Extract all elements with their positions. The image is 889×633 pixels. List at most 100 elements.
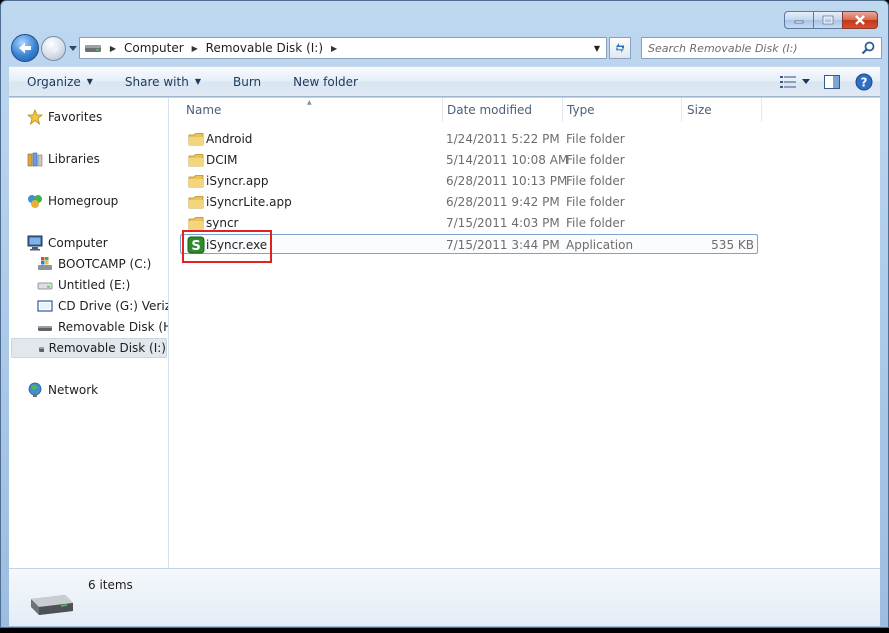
breadcrumb-removable-disk[interactable]: Removable Disk (I:) [202,41,327,55]
nav-item-drive-g[interactable]: CD Drive (G:) Verizon [37,296,168,316]
file-name: iSyncrLite.app [206,195,292,209]
column-header-type[interactable]: Type [567,98,677,122]
close-button[interactable] [842,11,878,29]
removable-disk-icon [39,347,44,352]
minimize-button[interactable] [784,11,814,29]
burn-button[interactable]: Burn [215,75,275,89]
new-folder-button[interactable]: New folder [275,75,372,89]
address-dropdown-button[interactable]: ▼ [588,38,606,58]
nav-label: BOOTCAMP (C:) [58,257,152,271]
arrow-left-icon [19,42,31,54]
back-button[interactable] [11,34,39,62]
nav-label: Libraries [48,152,100,166]
column-divider[interactable] [442,98,443,122]
search-icon[interactable] [861,41,875,55]
nav-item-network[interactable]: Network [27,380,98,400]
nav-item-drive-h[interactable]: Removable Disk (H:) [37,317,168,337]
nav-label: Untitled (E:) [58,278,131,292]
nav-buttons [11,34,79,62]
column-label: Name [186,103,222,117]
new-folder-label: New folder [293,74,358,89]
nav-item-computer[interactable]: Computer [27,233,108,253]
forward-button[interactable] [41,36,66,61]
column-header-name[interactable]: Name [186,98,440,122]
cd-drive-icon [37,300,53,312]
file-date: 7/15/2011 4:03 PM [446,216,560,230]
nav-item-drive-c[interactable]: BOOTCAMP (C:) [37,254,151,274]
file-row-isyncrlite-app[interactable]: iSyncrLite.app 6/28/2011 9:42 PM File fo… [180,192,758,212]
chevron-right-icon[interactable]: ▶ [188,44,202,53]
file-type: File folder [566,216,625,230]
file-name: DCIM [206,153,238,167]
address-bar[interactable]: ▶ Computer ▶ Removable Disk (I:) ▶ ▼ [79,37,607,59]
nav-item-drive-e[interactable]: Untitled (E:) [37,275,130,295]
command-bar: Organize ▼ Share with ▼ Burn New folder … [9,66,880,97]
preview-pane-icon [824,75,840,89]
minimize-icon [794,20,804,24]
column-divider[interactable] [761,98,762,122]
recent-pages-dropdown[interactable] [69,44,77,52]
details-view-icon [780,76,796,88]
file-row-isyncr-app[interactable]: iSyncr.app 6/28/2011 10:13 PM File folde… [180,171,758,191]
nav-label: Homegroup [48,194,119,208]
removable-disk-icon [38,326,52,331]
column-divider[interactable] [562,98,563,122]
libraries-icon [27,152,43,167]
folder-icon [188,175,204,188]
removable-disk-icon [31,595,73,615]
chevron-right-icon[interactable]: ▶ [327,44,341,53]
refresh-button[interactable] [609,37,631,59]
help-button[interactable]: ? [852,71,876,93]
file-date: 1/24/2011 5:22 PM [446,132,560,146]
navigation-pane: Favorites Libraries Homegroup Computer B… [9,98,169,568]
view-options-dropdown[interactable] [800,71,812,93]
homegroup-icon [28,195,42,208]
file-type: Application [566,238,634,252]
column-label: Type [567,103,595,117]
nav-item-drive-i[interactable]: Removable Disk (I:) [11,338,167,358]
chevron-down-icon: ▼ [86,77,93,86]
nav-label: Network [48,383,99,397]
column-header-date[interactable]: Date modified [447,98,561,122]
column-divider[interactable] [681,98,682,122]
column-header-size[interactable]: Size [687,98,759,122]
nav-label: CD Drive (G:) Verizon [58,299,168,313]
file-date: 5/14/2011 10:08 AM [446,153,569,167]
file-date: 6/28/2011 10:13 PM [446,174,568,188]
file-type: File folder [566,195,625,209]
share-with-menu-button[interactable]: Share with ▼ [107,75,215,89]
file-type: File folder [566,132,625,146]
file-list-pane: ▲ Name Date modified Type Size Android 1… [170,98,880,568]
nav-label: Removable Disk (I:) [48,341,166,355]
preview-pane-button[interactable] [820,71,844,93]
organize-menu-button[interactable]: Organize ▼ [9,75,107,89]
removable-disk-icon [85,45,101,52]
item-count: 6 items [88,578,133,592]
folder-icon [188,133,204,146]
nav-label: Computer [48,236,108,250]
chevron-right-icon[interactable]: ▶ [106,44,120,53]
column-label: Date modified [447,103,533,117]
share-with-label: Share with [124,74,189,89]
nav-item-homegroup[interactable]: Homegroup [27,191,118,211]
breadcrumb-computer[interactable]: Computer [120,41,188,55]
change-view-button[interactable] [776,71,800,93]
folder-icon [188,217,204,230]
caption-buttons [784,11,878,29]
file-name: iSyncr.app [206,174,269,188]
nav-item-favorites[interactable]: Favorites [27,107,102,127]
file-row-dcim[interactable]: DCIM 5/14/2011 10:08 AM File folder [180,150,758,170]
drive-icon [37,282,53,290]
details-pane: 6 items [9,568,880,626]
search-input[interactable] [648,41,853,55]
refresh-icon [616,43,624,53]
svg-text:?: ? [861,76,868,90]
file-row-android[interactable]: Android 1/24/2011 5:22 PM File folder [180,129,758,149]
file-date: 6/28/2011 9:42 PM [446,195,560,209]
file-type: File folder [566,153,625,167]
file-type: File folder [566,174,625,188]
help-icon: ? [855,73,873,91]
nav-item-libraries[interactable]: Libraries [27,149,100,169]
maximize-button[interactable] [813,11,843,29]
annotation-highlight [182,230,272,263]
